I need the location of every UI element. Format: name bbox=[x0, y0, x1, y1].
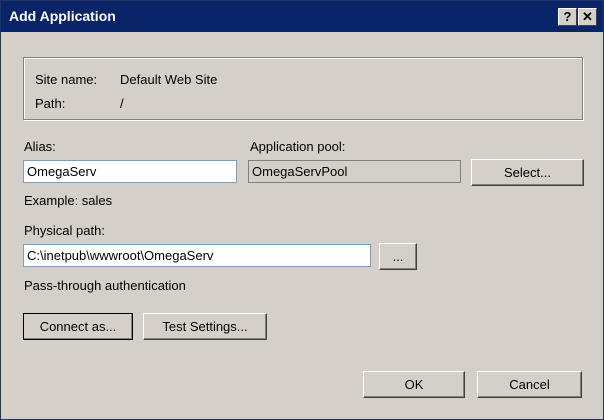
select-pool-button[interactable]: Select... bbox=[471, 159, 584, 186]
title-bar[interactable]: Add Application ? ✕ bbox=[1, 1, 603, 32]
connect-as-button[interactable]: Connect as... bbox=[23, 313, 133, 340]
ok-button[interactable]: OK bbox=[363, 371, 465, 398]
browse-button[interactable]: ... bbox=[379, 243, 417, 270]
help-icon[interactable]: ? bbox=[558, 8, 577, 26]
test-settings-button[interactable]: Test Settings... bbox=[143, 313, 267, 340]
application-pool-label: Application pool: bbox=[250, 139, 346, 154]
site-name-label: Site name: bbox=[35, 72, 98, 87]
close-icon[interactable]: ✕ bbox=[578, 8, 597, 26]
path-value: / bbox=[120, 96, 124, 111]
application-pool-field: OmegaServPool bbox=[248, 160, 461, 183]
alias-input[interactable]: OmegaServ bbox=[23, 160, 237, 183]
add-application-dialog: Add Application ? ✕ Site name: Default W… bbox=[0, 0, 604, 420]
auth-status-text: Pass-through authentication bbox=[24, 278, 186, 293]
site-info-group: Site name: Default Web Site Path: / bbox=[23, 57, 583, 120]
alias-label: Alias: bbox=[24, 139, 56, 154]
alias-example: Example: sales bbox=[24, 193, 113, 208]
cancel-button[interactable]: Cancel bbox=[477, 371, 582, 398]
site-name-value: Default Web Site bbox=[120, 72, 218, 87]
physical-path-label: Physical path: bbox=[24, 223, 105, 238]
window-title: Add Application bbox=[9, 8, 116, 24]
physical-path-input[interactable]: C:\inetpub\wwwroot\OmegaServ bbox=[23, 244, 371, 267]
path-label: Path: bbox=[35, 96, 66, 111]
